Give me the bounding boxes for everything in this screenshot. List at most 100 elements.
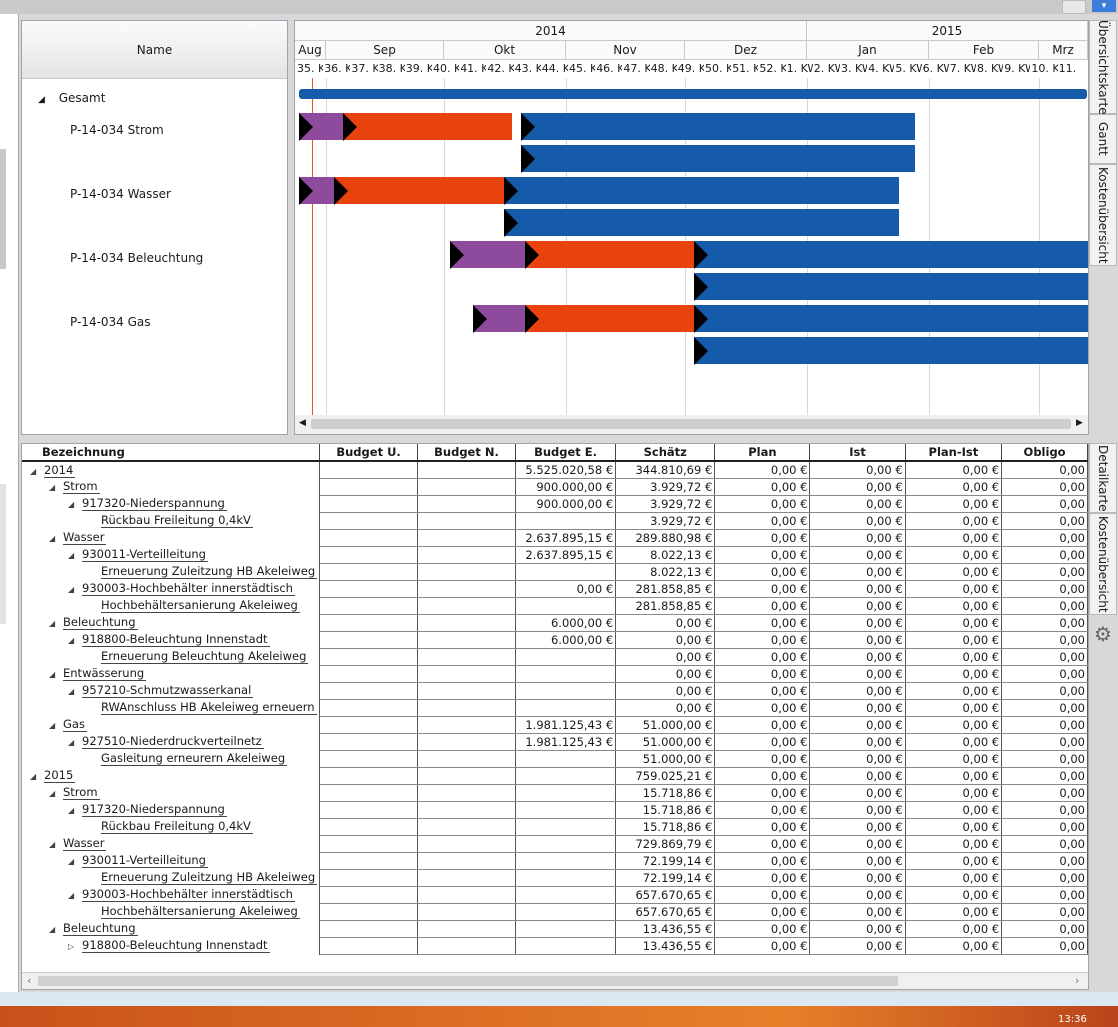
table-row[interactable]: RWAnschluss HB Akeleiweg erneuern 0,00 €0… [22, 699, 1088, 717]
week-header-cell: 46. K [596, 62, 623, 75]
expand-arrow-icon[interactable]: ◢ [68, 857, 82, 866]
col-header-plan[interactable]: Plan [714, 444, 811, 462]
table-row[interactable]: ◢ 2014 5.525.020,58 €344.810,69 €0,00 €0,0… [22, 461, 1088, 479]
cell-bu [319, 699, 419, 717]
expand-arrow-icon[interactable]: ◢ [68, 500, 82, 509]
expand-arrow-icon[interactable]: ◢ [49, 840, 63, 849]
scroll-right-icon[interactable]: › [1075, 974, 1079, 987]
gantt-bar-phase-blue[interactable] [521, 145, 915, 172]
scroll-thumb[interactable] [38, 976, 898, 986]
col-header-ist[interactable]: Ist [809, 444, 906, 462]
maximize-button[interactable] [1062, 0, 1086, 14]
tab-kostenuebersicht-bottom[interactable]: Kostenübersicht [1089, 513, 1117, 615]
gantt-bar-phase-blue[interactable] [504, 209, 899, 236]
table-row[interactable]: ◢ 917320-Niederspannung 15.718,86 €0,00 €0… [22, 801, 1088, 819]
table-row[interactable]: ◢ 957210-Schmutzwasserkanal 0,00 €0,00 €0,… [22, 682, 1088, 700]
table-row[interactable]: Rückbau Freileitung 0,4kV 3.929,72 €0,00 … [22, 512, 1088, 530]
table-horizontal-scrollbar[interactable]: ‹ › [22, 972, 1088, 989]
gantt-bar-phase-blue[interactable] [694, 305, 1088, 332]
gantt-bar-phase-orange[interactable] [334, 177, 504, 204]
tree-item-wasser[interactable]: P-14-034 Wasser [70, 187, 171, 201]
gantt-bar-phase-orange[interactable] [525, 241, 694, 268]
table-row[interactable]: ◢ Entwässerung 0,00 €0,00 €0,00 €0,00 €0,0… [22, 665, 1088, 683]
name-column-header[interactable]: Name [22, 21, 287, 79]
expand-arrow-icon[interactable]: ◢ [49, 483, 63, 492]
expand-arrow-icon[interactable]: ◢ [68, 738, 82, 747]
tab-detailkarte[interactable]: Detailkarte [1089, 443, 1117, 513]
tree-item-strom[interactable]: P-14-034 Strom [70, 123, 164, 137]
tab-kostenuebersicht[interactable]: Kostenübersicht [1089, 164, 1117, 266]
gantt-bar-phase-blue[interactable] [694, 241, 1088, 268]
gantt-bar-phase-orange[interactable] [525, 305, 694, 332]
table-row[interactable]: ◢ Gas 1.981.125,43 €51.000,00 €0,00 €0,00 … [22, 716, 1088, 734]
table-row[interactable]: ◢ 930011-Verteilleitung 72.199,14 €0,00 €0… [22, 852, 1088, 870]
expand-arrow-icon[interactable]: ◢ [68, 551, 82, 560]
gear-icon[interactable]: ⚙ [1092, 623, 1114, 645]
expand-arrow-icon[interactable]: ◢ [68, 585, 82, 594]
gantt-bar-phase-blue[interactable] [694, 337, 1088, 364]
gantt-bar-phase-orange[interactable] [343, 113, 512, 140]
expand-arrow-icon[interactable]: ◢ [30, 772, 44, 781]
table-row[interactable]: ◢ 930011-Verteilleitung 2.637.895,15 €8.02… [22, 546, 1088, 564]
table-row[interactable]: ◢ 918800-Beleuchtung Innenstadt 6.000,00 €… [22, 631, 1088, 649]
expand-arrow-icon[interactable]: ◢ [38, 95, 45, 105]
table-row[interactable]: Erneuerung Zuleitzung HB Akeleiweg 72.199… [22, 869, 1088, 887]
table-row[interactable]: ◢ Beleuchtung 6.000,00 €0,00 €0,00 €0,00 €… [22, 614, 1088, 632]
expand-arrow-icon[interactable]: ▷ [68, 942, 82, 951]
col-header-budget-u[interactable]: Budget U. [319, 444, 419, 462]
gantt-bar-gesamt[interactable] [299, 89, 1087, 99]
scroll-right-icon[interactable]: ▶ [1076, 418, 1083, 428]
table-row[interactable]: Gasleitung erneurern Akeleiweg 51.000,00 … [22, 750, 1088, 768]
left-scroll-thumb[interactable] [0, 149, 6, 269]
expand-arrow-icon[interactable]: ◢ [68, 891, 82, 900]
tree-item-gesamt[interactable]: ◢ Gesamt [38, 91, 105, 105]
expand-arrow-icon[interactable]: ◢ [68, 806, 82, 815]
col-header-budget-e[interactable]: Budget E. [515, 444, 617, 462]
expand-arrow-icon[interactable]: ◢ [49, 619, 63, 628]
table-row[interactable]: ◢ Beleuchtung 13.436,55 €0,00 €0,00 €0,00 … [22, 920, 1088, 938]
expand-arrow-icon[interactable]: ◢ [49, 925, 63, 934]
col-header-obligo[interactable]: Obligo [1001, 444, 1088, 462]
table-row[interactable]: Hochbehältersanierung Akeleiweg 657.670,6… [22, 903, 1088, 921]
tab-uebersichtskarte[interactable]: Übersichtskarte [1089, 20, 1117, 114]
table-row[interactable]: ◢ Strom 15.718,86 €0,00 €0,00 €0,00 €0,00 [22, 784, 1088, 802]
expand-arrow-icon[interactable]: ◢ [68, 687, 82, 696]
col-header-budget-n[interactable]: Budget N. [417, 444, 516, 462]
col-header-schaetz[interactable]: Schätz [615, 444, 716, 462]
table-row[interactable]: Rückbau Freileitung 0,4kV 15.718,86 €0,00… [22, 818, 1088, 836]
table-row[interactable]: ◢ Wasser 729.869,79 €0,00 €0,00 €0,00 €0,0… [22, 835, 1088, 853]
col-header-bezeichnung[interactable]: Bezeichnung [22, 444, 321, 462]
col-header-plan-ist[interactable]: Plan-Ist [905, 444, 1003, 462]
cell-bezeichnung: ◢ 930011-Verteilleitung [22, 852, 321, 869]
gantt-bar-phase-blue[interactable] [694, 273, 1088, 300]
expand-arrow-icon[interactable]: ◢ [68, 636, 82, 645]
table-row[interactable]: Erneuerung Beleuchtung Akeleiweg 0,00 €0,… [22, 648, 1088, 666]
expand-arrow-icon[interactable]: ◢ [49, 534, 63, 543]
scroll-left-icon[interactable]: ‹ [27, 974, 31, 987]
scroll-thumb[interactable] [311, 419, 1071, 429]
scroll-left-icon[interactable]: ◀ [299, 418, 306, 428]
tree-item-gas[interactable]: P-14-034 Gas [70, 315, 151, 329]
table-row[interactable]: ◢ 930003-Hochbehälter innerstädtisch 657.6… [22, 886, 1088, 904]
expand-arrow-icon[interactable]: ◢ [49, 721, 63, 730]
expand-arrow-icon[interactable]: ◢ [30, 467, 44, 476]
table-row[interactable]: ◢ 927510-Niederdruckverteilnetz 1.981.125,… [22, 733, 1088, 751]
table-row[interactable]: ▷ 918800-Beleuchtung Innenstadt 13.436,55 … [22, 937, 1088, 955]
expand-arrow-icon[interactable]: ◢ [49, 789, 63, 798]
table-row[interactable]: ◢ Strom 900.000,00 €3.929,72 €0,00 €0,00 €… [22, 478, 1088, 496]
taskbar-clock[interactable]: 13:36 [1058, 1014, 1087, 1025]
gantt-bar-phase-blue[interactable] [521, 113, 915, 140]
table-row[interactable]: Hochbehältersanierung Akeleiweg 281.858,8… [22, 597, 1088, 615]
tree-item-beleuchtung[interactable]: P-14-034 Beleuchtung [70, 251, 203, 265]
collapse-icon[interactable]: ▾ [1092, 0, 1116, 12]
tab-gantt[interactable]: Gantt [1089, 114, 1117, 164]
table-row[interactable]: ◢ 930003-Hochbehälter innerstädtisch 0,00 … [22, 580, 1088, 598]
cell-p: 0,00 € [714, 461, 811, 479]
gantt-horizontal-scrollbar[interactable]: ◀ ▶ [295, 415, 1088, 434]
table-row[interactable]: ◢ 917320-Niederspannung 900.000,00 €3.929,… [22, 495, 1088, 513]
table-row[interactable]: Erneuerung Zuleitzung HB Akeleiweg 8.022,… [22, 563, 1088, 581]
gantt-bar-phase-blue[interactable] [504, 177, 899, 204]
expand-arrow-icon[interactable]: ◢ [49, 670, 63, 679]
table-row[interactable]: ◢ Wasser 2.637.895,15 €289.880,98 €0,00 €0… [22, 529, 1088, 547]
table-row[interactable]: ◢ 2015 759.025,21 €0,00 €0,00 €0,00 €0,00 [22, 767, 1088, 785]
